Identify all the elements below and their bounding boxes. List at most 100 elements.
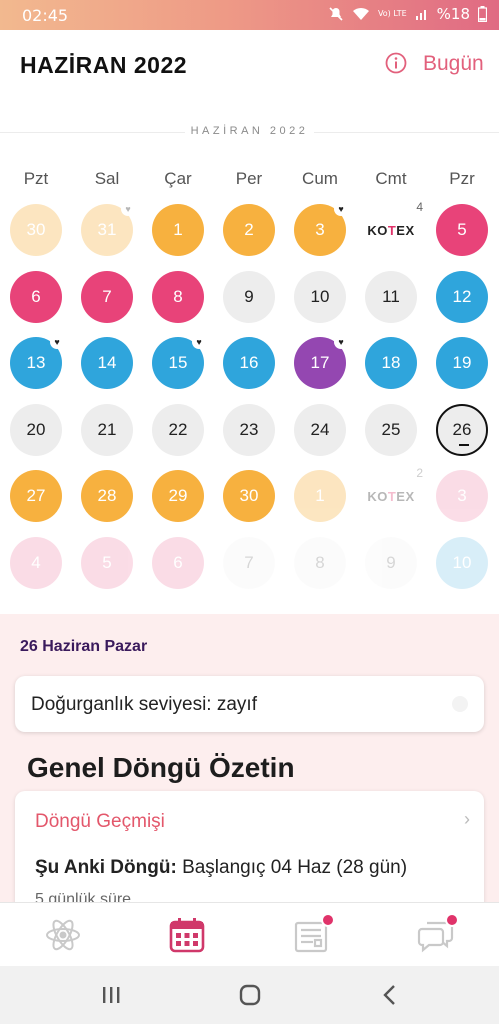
- cycle-history-title: Döngü Geçmişi: [35, 811, 165, 832]
- calendar-day[interactable]: 22: [152, 404, 204, 456]
- calendar-day[interactable]: 17 ♥: [294, 335, 348, 389]
- info-icon[interactable]: [385, 52, 407, 74]
- calendar-icon[interactable]: [167, 915, 207, 955]
- cycle-history-card[interactable]: Döngü Geçmişi › Şu Anki Döngü: Başlangıç…: [15, 791, 484, 904]
- calendar-day[interactable]: 10: [436, 537, 488, 589]
- calendar-day[interactable]: 8: [294, 537, 346, 589]
- calendar-day[interactable]: 16: [223, 337, 275, 389]
- day-number: 10: [310, 287, 330, 306]
- calendar-day[interactable]: 6: [10, 271, 62, 323]
- calendar-day[interactable]: 2: [223, 204, 275, 256]
- calendar-day[interactable]: 9: [365, 537, 417, 589]
- calendar-day[interactable]: 3 ♥: [294, 202, 348, 256]
- day-number: 24: [310, 420, 330, 439]
- current-cycle: Şu Anki Döngü: Başlangıç 04 Haz (28 gün): [35, 857, 407, 879]
- calendar-day[interactable]: 29: [152, 470, 204, 522]
- calendar-day[interactable]: 20: [10, 404, 62, 456]
- day-number: 11: [382, 287, 400, 306]
- day-number: 20: [26, 420, 46, 439]
- signal-icon: [415, 7, 429, 21]
- bottom-navigation: [0, 902, 499, 967]
- day-number: 30: [239, 486, 259, 505]
- status-bar: 02:45 Vo) LTE %18: [0, 0, 499, 30]
- day-number: 14: [97, 353, 117, 372]
- kotex-logo: KOTEX: [367, 488, 415, 504]
- calendar-day[interactable]: 4: [10, 537, 62, 589]
- calendar-day[interactable]: 30: [10, 204, 62, 256]
- calendar-day[interactable]: 3: [436, 470, 488, 522]
- day-number: 4: [31, 553, 41, 572]
- current-cycle-label: Şu Anki Döngü:: [35, 857, 177, 878]
- day-number: 7: [244, 553, 254, 572]
- day-number: 7: [102, 287, 112, 306]
- news-icon[interactable]: [293, 913, 335, 955]
- calendar-day[interactable]: 7: [81, 271, 133, 323]
- calendar-day[interactable]: 5: [81, 537, 133, 589]
- calendar-day[interactable]: 7: [223, 537, 275, 589]
- wifi-icon: [352, 7, 370, 21]
- calendar-day[interactable]: 19: [436, 337, 488, 389]
- day-number: 3: [457, 486, 467, 505]
- calendar-day[interactable]: 1: [294, 470, 346, 522]
- calendar-day[interactable]: 13 ♥: [10, 335, 64, 389]
- calendar-day[interactable]: 6: [152, 537, 204, 589]
- calendar-day[interactable]: 26: [436, 404, 488, 456]
- calendar-day[interactable]: KOTEX 4: [365, 200, 423, 256]
- weekday-label: Pzt: [23, 169, 49, 188]
- calendar-day[interactable]: 9: [223, 271, 275, 323]
- weekday-header: Pzt Sal Çar Per Cum Cmt Pzr: [0, 169, 499, 189]
- system-navigation-bar: [0, 966, 499, 1024]
- fertility-indicator: [452, 696, 468, 712]
- calendar-day[interactable]: 8: [152, 271, 204, 323]
- calendar-day[interactable]: 27: [10, 470, 62, 522]
- calendar-day[interactable]: 14: [81, 337, 133, 389]
- page-title: HAZİRAN 2022: [20, 52, 188, 78]
- day-number: 1: [315, 486, 325, 505]
- day-number: 3: [315, 220, 325, 239]
- calendar-day[interactable]: 18: [365, 337, 417, 389]
- day-number: 17: [310, 353, 330, 372]
- calendar-day[interactable]: 5: [436, 204, 488, 256]
- calendar-day[interactable]: 23: [223, 404, 275, 456]
- month-label: HAZİRAN 2022: [0, 125, 499, 137]
- calendar-day[interactable]: 25: [365, 404, 417, 456]
- current-cycle-value: Başlangıç 04 Haz (28 gün): [182, 857, 408, 878]
- weekday-label: Cmt: [375, 169, 407, 188]
- status-icons: Vo) LTE %18: [328, 5, 487, 23]
- calendar-day[interactable]: 21: [81, 404, 133, 456]
- calendar-day[interactable]: 11: [365, 271, 417, 323]
- today-button[interactable]: Bugün: [423, 52, 484, 76]
- calendar-day[interactable]: 31 ♥: [81, 202, 135, 256]
- calendar-day[interactable]: 12: [436, 271, 488, 323]
- day-number: 13: [26, 353, 46, 372]
- day-number: 8: [173, 287, 183, 306]
- calendar-day[interactable]: 24: [294, 404, 346, 456]
- selected-date: 26 Haziran Pazar: [20, 638, 148, 655]
- day-number: 25: [381, 420, 401, 439]
- recent-apps-icon[interactable]: [96, 980, 126, 1010]
- back-icon[interactable]: [375, 980, 405, 1010]
- day-number: 6: [31, 287, 41, 306]
- calendar-day[interactable]: 1: [152, 204, 204, 256]
- heart-icon: ♥: [50, 335, 64, 349]
- atom-icon[interactable]: [43, 915, 83, 955]
- calendar-day[interactable]: 10: [294, 271, 346, 323]
- heart-icon: ♥: [334, 202, 348, 216]
- day-number: 2: [244, 220, 254, 239]
- weekday-label: Çar: [164, 169, 192, 188]
- fertility-card[interactable]: Doğurganlık seviyesi: zayıf: [15, 676, 484, 732]
- home-icon[interactable]: [235, 980, 265, 1010]
- day-number: 28: [97, 486, 117, 505]
- weekday-label: Cum: [302, 169, 338, 188]
- day-number: 31: [97, 220, 117, 239]
- calendar-day[interactable]: 28: [81, 470, 133, 522]
- day-number: 8: [315, 553, 325, 572]
- day-number: 21: [97, 420, 117, 439]
- calendar-day[interactable]: 15 ♥: [152, 335, 206, 389]
- day-number: 9: [244, 287, 254, 306]
- battery-level: %18: [436, 5, 470, 23]
- calendar-day[interactable]: KOTEX 2: [365, 466, 423, 522]
- chat-icon[interactable]: [417, 913, 459, 955]
- calendar-day[interactable]: 30: [223, 470, 275, 522]
- day-number: 10: [452, 553, 472, 572]
